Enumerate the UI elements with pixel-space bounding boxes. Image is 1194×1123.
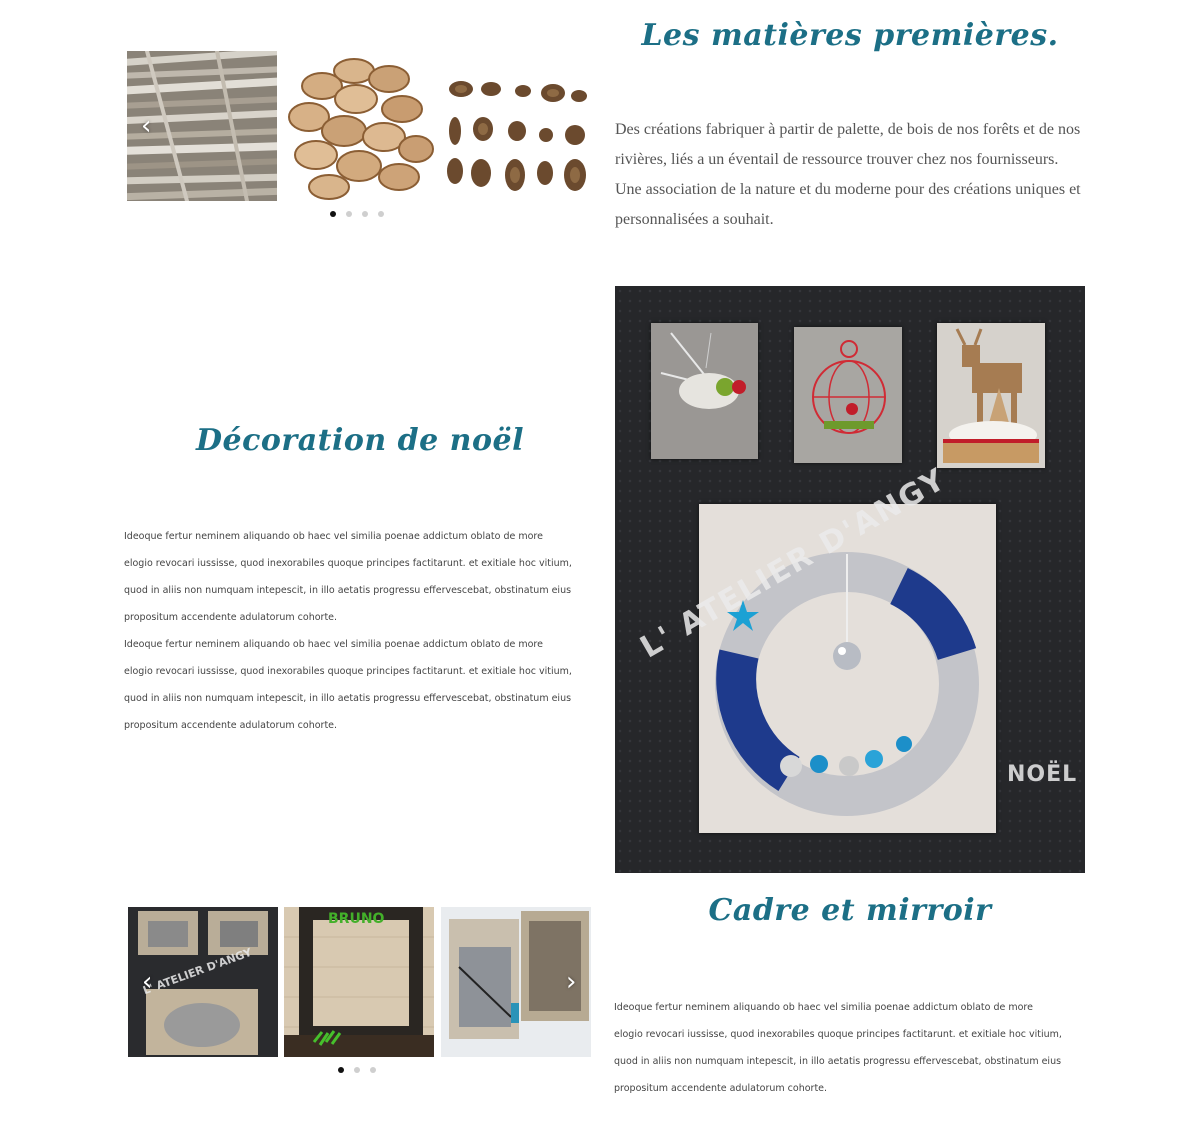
christmas-caption: NOËL [1007, 762, 1078, 787]
carousel-dot[interactable] [378, 211, 384, 217]
slide-bruno-frame[interactable]: BRUNO [284, 907, 434, 1057]
frames-carousel[interactable]: L' ATELIER D'ANGY BRUNO ‹ › [128, 907, 593, 1077]
frames-description: Ideoque fertur neminem aliquando ob haec… [614, 994, 1064, 1102]
carousel-dots [330, 211, 384, 217]
photo-red-wire-ball [794, 327, 902, 463]
photo-reindeer [937, 323, 1045, 468]
christmas-collage-image: L' ATELIER D'ANGY NOËL [615, 286, 1085, 873]
materials-description: Des créations fabriquer à partir de pale… [615, 115, 1090, 235]
slide-pine-cones[interactable] [441, 51, 591, 201]
paragraph: Ideoque fertur neminem aliquando ob haec… [124, 531, 572, 623]
carousel-dot[interactable] [338, 1067, 344, 1073]
carousel-prev-arrow[interactable]: ‹ [142, 969, 152, 995]
carousel-dot[interactable] [354, 1067, 360, 1073]
materials-carousel[interactable]: ‹ [127, 51, 592, 221]
paragraph: Une association de la nature et du moder… [615, 181, 1081, 228]
carousel-next-arrow[interactable]: › [566, 969, 576, 995]
carousel-dot[interactable] [330, 211, 336, 217]
paragraph: Des créations fabriquer à partir de pale… [615, 121, 1081, 168]
carousel-dot[interactable] [346, 211, 352, 217]
paragraph: Ideoque fertur neminem aliquando ob haec… [614, 1002, 1062, 1094]
slide-wood-slices[interactable] [284, 51, 434, 201]
section-title-frames: Cadre et mirroir [708, 893, 992, 928]
photo-blue-wreath [699, 504, 996, 833]
carousel-dots [338, 1067, 376, 1073]
christmas-description: Ideoque fertur neminem aliquando ob haec… [124, 523, 574, 739]
paragraph: Ideoque fertur neminem aliquando ob haec… [124, 639, 572, 731]
carousel-dot[interactable] [370, 1067, 376, 1073]
carousel-dot[interactable] [362, 211, 368, 217]
section-title-materials: Les matières premières. [641, 18, 1059, 53]
photo-ornament-branch [651, 323, 758, 459]
carousel-prev-arrow[interactable]: ‹ [141, 113, 151, 139]
frame-name-text: BRUNO [328, 911, 385, 927]
section-title-christmas: Décoration de noël [196, 423, 524, 458]
